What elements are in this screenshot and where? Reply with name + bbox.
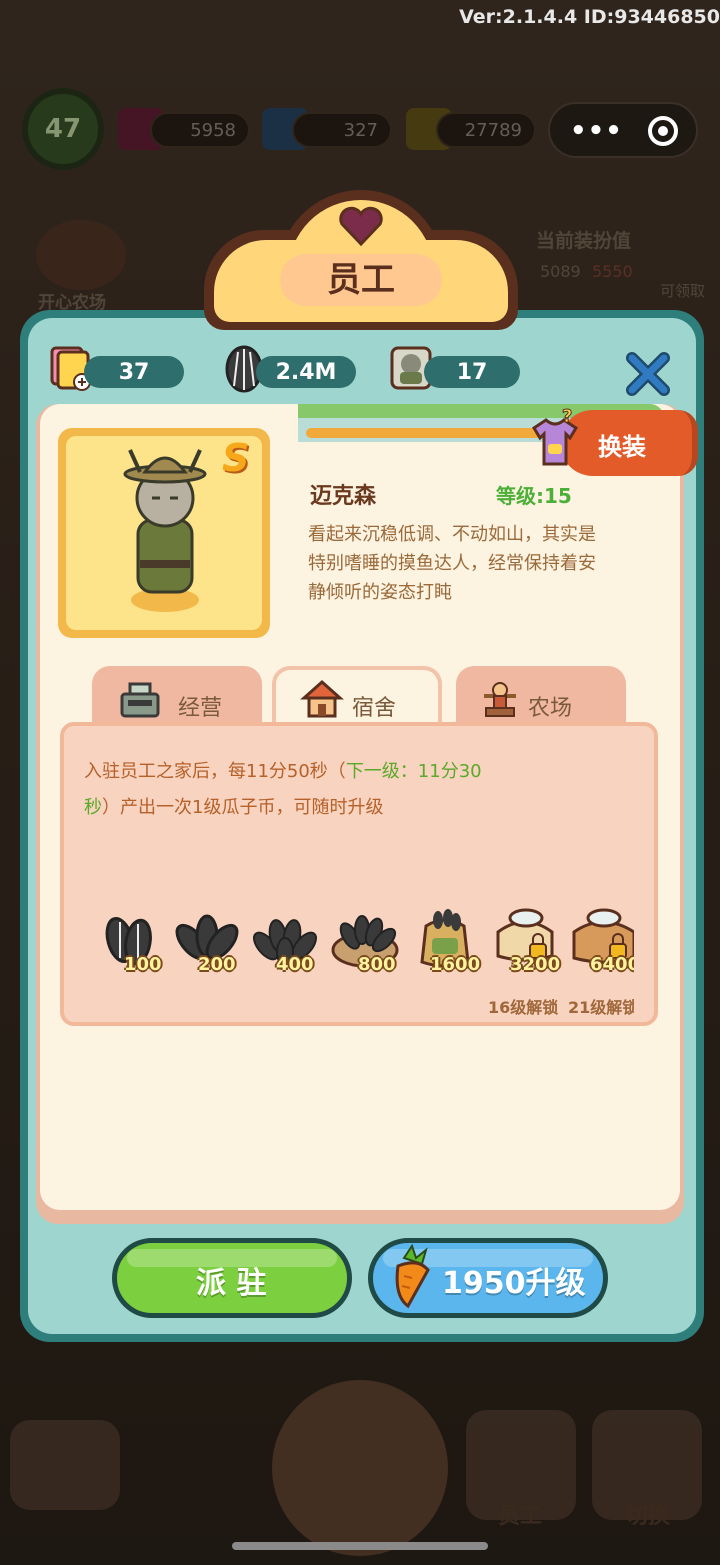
seed-tier-value: 400 — [276, 954, 314, 975]
outfit-button-label: 换装 — [598, 433, 646, 461]
seeds-count: 2.4M — [256, 356, 356, 388]
back-button — [10, 1420, 120, 1510]
staff-nav-label: 员工 — [498, 1504, 543, 1529]
seed-tier-value: 6400 — [590, 954, 634, 975]
employee-name: 迈克森 — [310, 484, 377, 509]
dialog-title-plaque: 员工 — [204, 190, 518, 336]
house-icon — [300, 679, 344, 718]
close-miniapp-icon[interactable] — [648, 116, 678, 146]
cash-register-icon — [120, 682, 160, 718]
tab-business-label: 经营 — [178, 696, 223, 721]
more-icon[interactable]: ••• — [570, 116, 623, 146]
dorm-info-text: 入驻员工之家后，每11分50秒（下一级：11分30 秒）产出一次1级瓜子币，可随… — [84, 761, 482, 818]
home-indicator — [232, 1542, 488, 1550]
seed-tier-value: 800 — [358, 954, 396, 975]
dialog-title: 员工 — [327, 260, 395, 300]
outfit-shirt-icon: ? — [531, 406, 579, 466]
cards-count: 37 — [84, 356, 184, 388]
tab-dorm-label: 宿舍 — [352, 696, 397, 721]
rank-badge: S — [222, 436, 250, 480]
staff-count: 17 — [424, 356, 520, 388]
tab-farm-label: 农场 — [528, 696, 573, 721]
svg-text:?: ? — [562, 406, 572, 427]
seed-tier-list: 100 200 400 800 1600 3200 6400 16级解锁 21级… — [64, 900, 634, 1020]
version-label: Ver:2.1.4.4 ID:93446850 — [459, 6, 720, 28]
miniapp-capsule[interactable]: ••• — [548, 102, 698, 158]
dig-button — [272, 1380, 448, 1556]
bottom-nav: 员工 切换 — [0, 1380, 720, 1565]
close-icon[interactable] — [624, 350, 672, 398]
seed-tier-value: 100 — [124, 954, 162, 975]
seed-tier-value: 200 — [198, 954, 236, 975]
switch-nav-label: 切换 — [626, 1504, 671, 1529]
unlock-label: 21级解锁 — [568, 998, 634, 1017]
lynx-employee-icon — [123, 449, 207, 612]
unlock-label: 16级解锁 — [488, 998, 559, 1017]
employee-description: 看起来沉稳低调、不动如山，其实是 特别嗜睡的摸鱼达人，经常保持着安 静倾听的姿态… — [308, 524, 596, 603]
dispatch-button-label: 派 驻 — [196, 1266, 267, 1301]
upgrade-button-label: 1950升级 — [442, 1266, 586, 1301]
exp-bar-fill — [306, 428, 546, 438]
carrot-icon — [395, 1244, 430, 1309]
seed-tier-value: 1600 — [430, 954, 481, 975]
employee-level: 等级:15 — [496, 484, 572, 508]
heart-icon — [339, 206, 383, 246]
seed-tier-value: 3200 — [510, 954, 561, 975]
scarecrow-icon — [484, 682, 516, 717]
